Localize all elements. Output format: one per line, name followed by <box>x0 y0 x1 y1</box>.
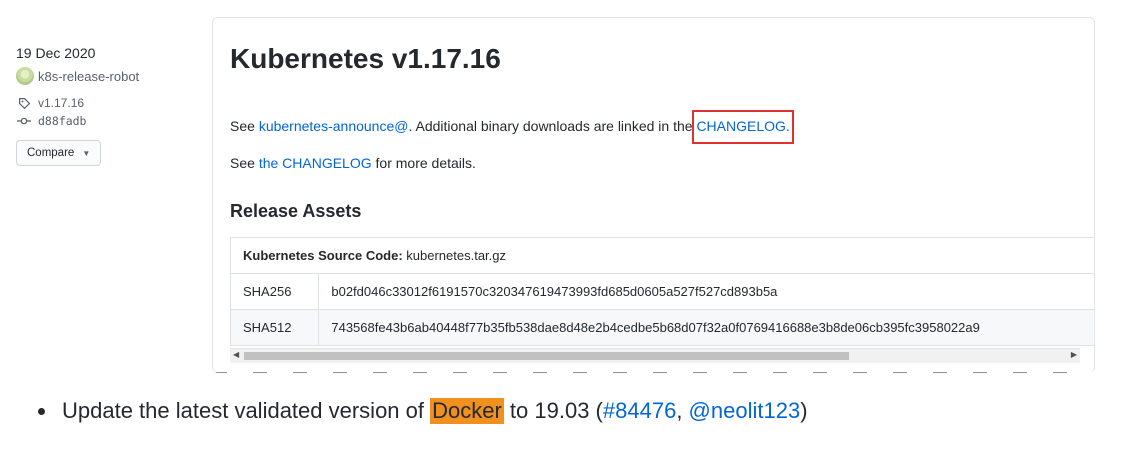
commit-icon <box>16 116 32 126</box>
release-note-announce: See kubernetes-announce@. Additional bin… <box>230 110 794 144</box>
the-changelog-link[interactable]: the CHANGELOG <box>259 155 372 171</box>
avatar[interactable] <box>16 67 34 85</box>
tag-label[interactable]: v1.17.16 <box>38 96 84 110</box>
text-segment: See <box>230 118 259 134</box>
author-name[interactable]: k8s-release-robot <box>38 69 139 84</box>
chevron-down-icon: ▼ <box>82 148 91 158</box>
text-segment: for more details. <box>371 155 476 171</box>
changelog-highlight-box: CHANGELOG. <box>692 110 794 144</box>
changelog-bullet: Update the latest validated version of D… <box>38 398 808 424</box>
user-link[interactable]: @neolit123 <box>689 398 801 424</box>
text-segment: , <box>676 398 689 423</box>
release-commit[interactable]: d88fadb <box>16 112 206 130</box>
scroll-left-icon[interactable]: ◀ <box>233 350 239 359</box>
hash-value: b02fd046c33012f6191570c320347619473993fd… <box>318 273 1094 310</box>
horizontal-scrollbar[interactable]: ◀ ▶ <box>230 348 1080 363</box>
assets-table: Kubernetes Source Code: kubernetes.tar.g… <box>229 237 1094 346</box>
text-segment: Update the latest validated version of <box>62 398 431 423</box>
tag-icon <box>16 97 32 110</box>
hash-algo: SHA256 <box>229 273 320 310</box>
hash-algo: SHA512 <box>229 309 320 346</box>
scrollbar-thumb[interactable] <box>244 352 849 360</box>
hash-value: 743568fe43b6ab40448f77b35fb538dae8d48e2b… <box>318 309 1094 346</box>
table-row: Kubernetes Source Code: kubernetes.tar.g… <box>230 237 1094 274</box>
release-note-changelog: See the CHANGELOG for more details. <box>230 155 476 171</box>
text-segment: See <box>230 155 259 171</box>
source-file[interactable]: kubernetes.tar.gz <box>403 248 506 263</box>
bullet-dot <box>38 407 45 415</box>
clipped-content <box>213 370 1094 373</box>
source-code-label: Kubernetes Source Code: <box>243 248 403 263</box>
source-code-cell: Kubernetes Source Code: kubernetes.tar.g… <box>230 237 1094 274</box>
compare-button[interactable]: Compare ▼ <box>16 140 102 166</box>
commit-sha[interactable]: d88fadb <box>38 114 86 128</box>
compare-label: Compare <box>27 147 75 159</box>
pr-link[interactable]: #84476 <box>603 398 676 424</box>
changelog-link[interactable]: CHANGELOG. <box>696 118 789 134</box>
release-title[interactable]: Kubernetes v1.17.16 <box>230 43 501 75</box>
table-row: SHA512 743568fe43b6ab40448f77b35fb538dae… <box>229 309 1094 346</box>
scroll-right-icon[interactable]: ▶ <box>1071 350 1077 359</box>
release-card: Kubernetes v1.17.16 See kubernetes-annou… <box>212 17 1095 373</box>
text-segment: . Additional binary downloads are linked… <box>408 118 697 134</box>
table-row: SHA256 b02fd046c33012f6191570c3203476194… <box>229 273 1094 310</box>
docker-highlight: Docker <box>430 398 504 424</box>
release-author[interactable]: k8s-release-robot <box>16 66 206 86</box>
text-segment: ) <box>800 398 808 423</box>
release-tag[interactable]: v1.17.16 <box>16 94 206 112</box>
announce-link[interactable]: kubernetes-announce@ <box>259 118 409 134</box>
release-date: 19 Dec 2020 <box>16 45 96 61</box>
release-assets-heading: Release Assets <box>230 201 362 221</box>
release-meta: 19 Dec 2020 k8s-release-robot v1.17.16 d… <box>16 42 206 166</box>
text-segment: to 19.03 ( <box>503 398 603 423</box>
